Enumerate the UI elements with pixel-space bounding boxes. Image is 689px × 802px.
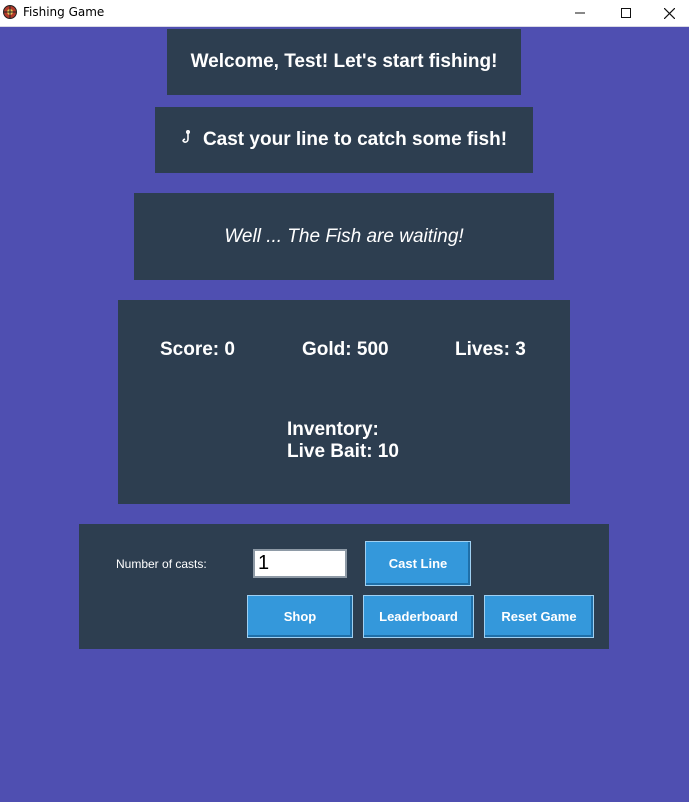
stats-panel: Score: 0 Gold: 500 Lives: 3 Inventory: L… — [118, 300, 570, 504]
cast-line-button[interactable]: Cast Line — [365, 541, 471, 586]
welcome-text: Welcome, Test! Let's start fishing! — [190, 51, 498, 72]
welcome-banner: Welcome, Test! Let's start fishing! — [167, 29, 521, 95]
casts-label: Number of casts: — [116, 557, 207, 571]
inventory-item: Live Bait: 10 — [287, 441, 399, 462]
gold-label: Gold: 500 — [302, 339, 389, 360]
title-bar: Fishing Game — [0, 0, 689, 27]
lives-label: Lives: 3 — [455, 339, 526, 360]
fishing-hook-icon — [181, 129, 195, 151]
minimize-button[interactable] — [557, 0, 603, 26]
inventory-title: Inventory: — [287, 419, 379, 440]
close-icon — [663, 7, 675, 19]
status-message-panel: Well ... The Fish are waiting! — [134, 193, 554, 280]
score-label: Score: 0 — [160, 339, 235, 360]
reset-game-button[interactable]: Reset Game — [484, 595, 594, 638]
maximize-icon — [621, 8, 631, 18]
cast-prompt-text: Cast your line to catch some fish! — [202, 129, 508, 150]
window-title: Fishing Game — [23, 5, 105, 19]
leaderboard-button[interactable]: Leaderboard — [363, 595, 474, 638]
casts-input[interactable] — [253, 549, 347, 578]
close-button[interactable] — [649, 0, 689, 26]
shop-button[interactable]: Shop — [247, 595, 353, 638]
cast-prompt-banner: Cast your line to catch some fish! — [155, 107, 533, 173]
maximize-button[interactable] — [603, 0, 649, 26]
minimize-icon — [575, 12, 585, 14]
fishing-game-app-icon — [3, 5, 17, 19]
status-message: Well ... The Fish are waiting! — [224, 225, 464, 247]
inventory-section: Inventory: Live Bait: 10 — [287, 419, 399, 463]
controls-panel: Number of casts: Cast Line Shop Leaderbo… — [79, 524, 609, 649]
